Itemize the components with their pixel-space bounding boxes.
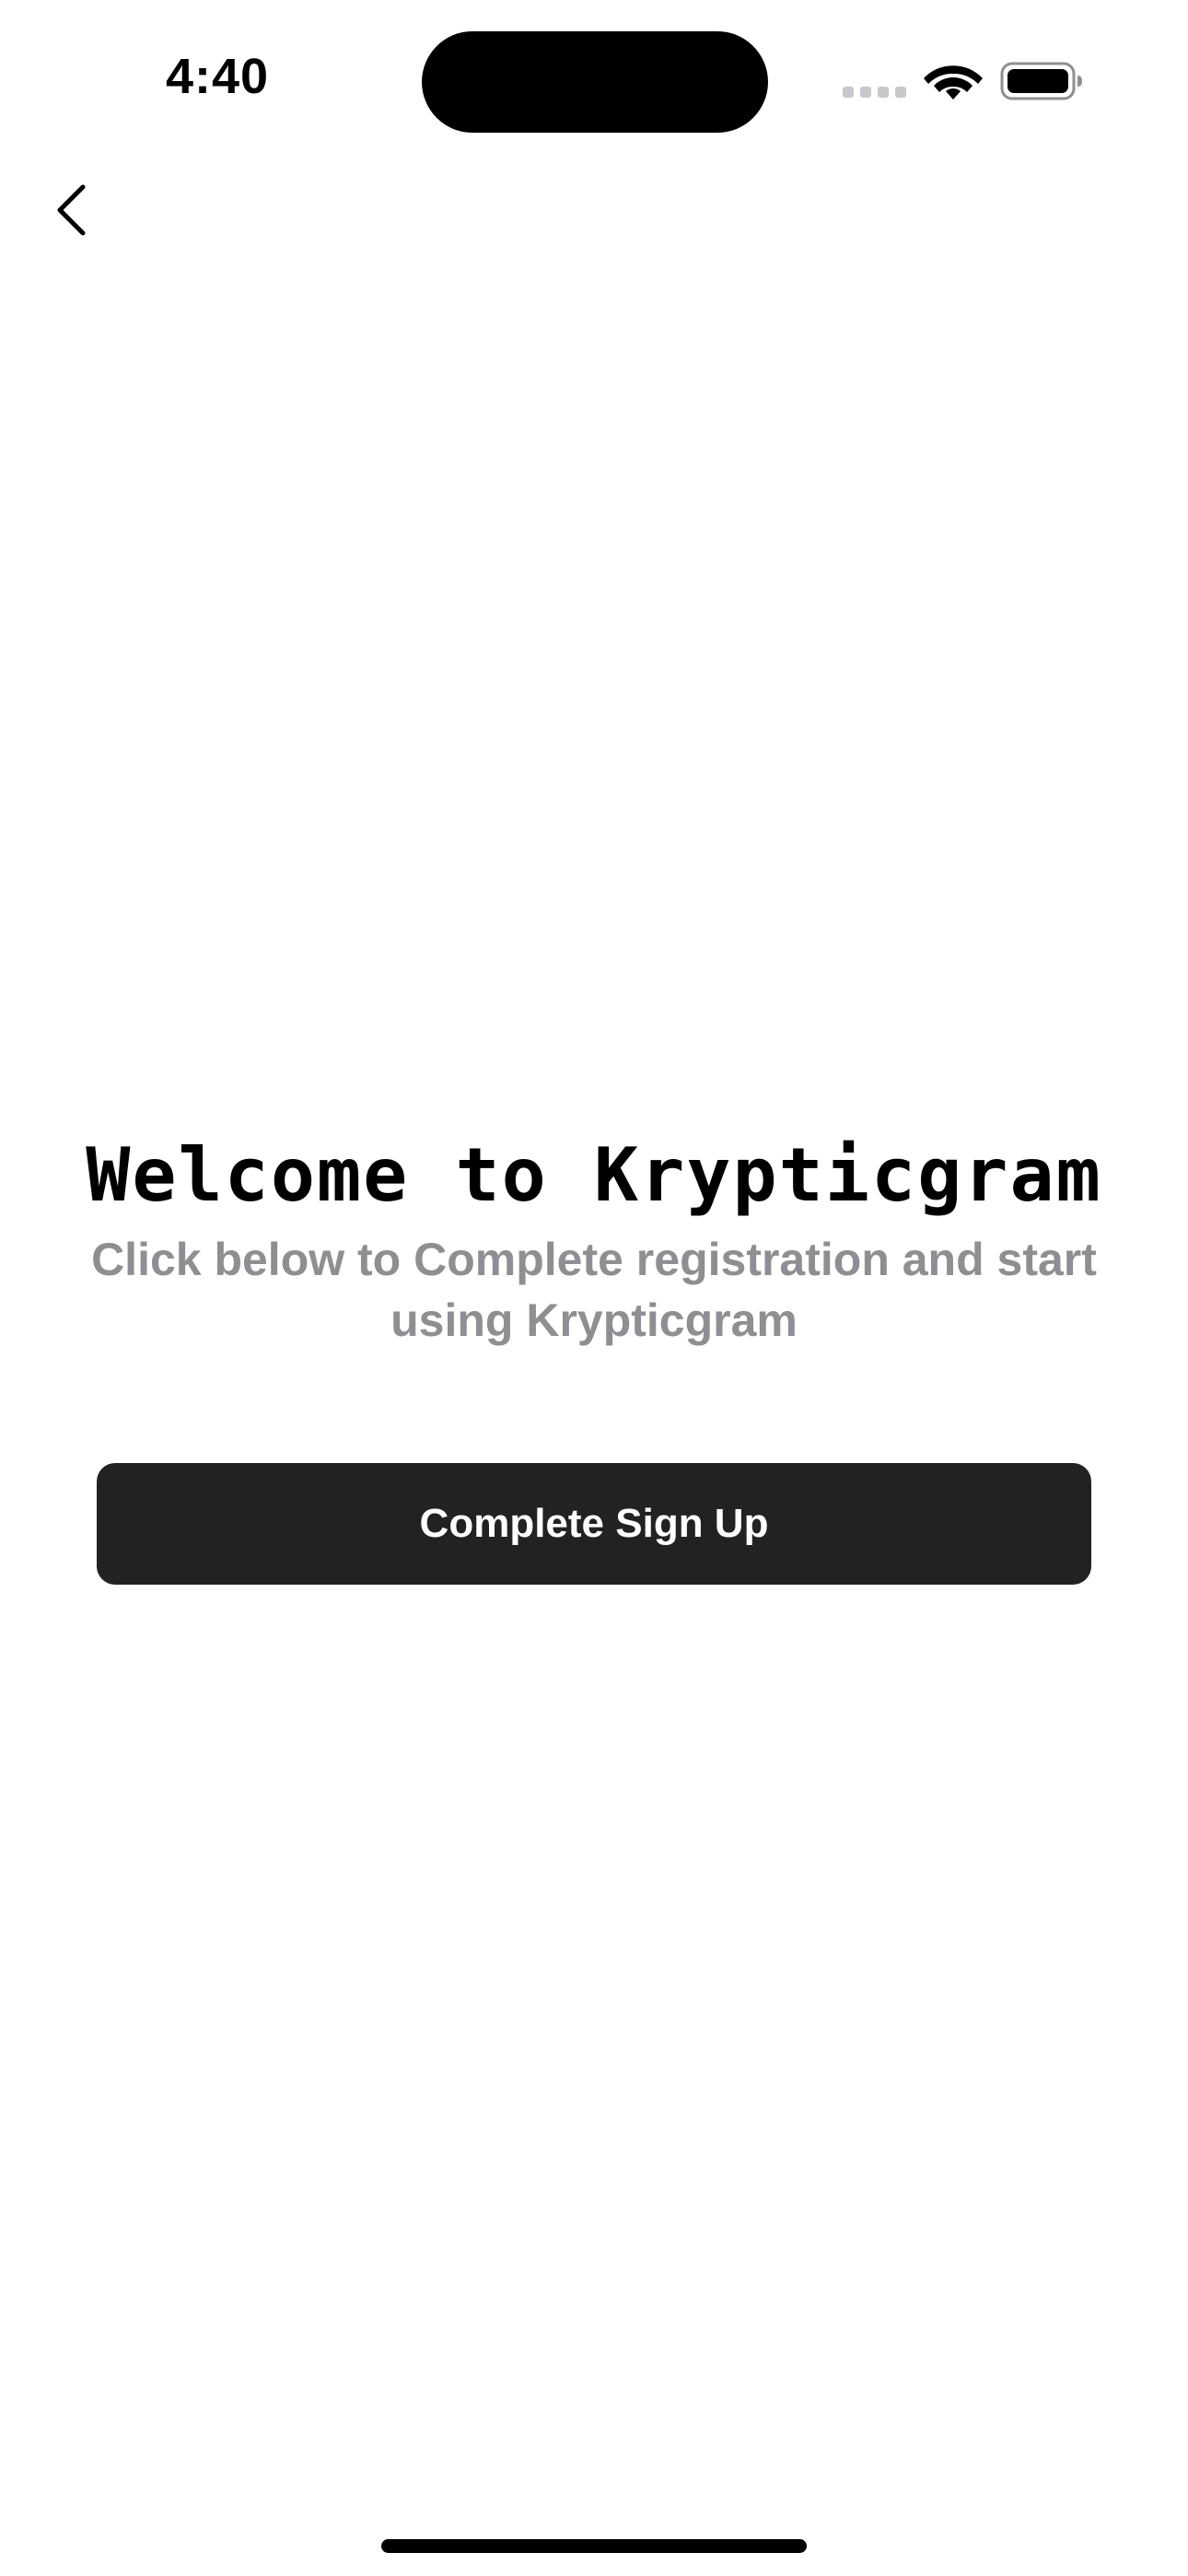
page-subtitle: Click below to Complete registration and… <box>91 1234 1097 1346</box>
complete-sign-up-button[interactable]: Complete Sign Up <box>97 1463 1091 1585</box>
home-indicator <box>381 2539 807 2553</box>
wifi-icon <box>924 65 983 100</box>
page-title: Welcome to Krypticgram <box>86 1132 1102 1218</box>
battery-icon <box>1000 62 1082 100</box>
status-bar: 4:40 <box>0 0 1188 157</box>
cellular-signal-icon <box>843 87 907 98</box>
chevron-left-icon <box>57 184 86 236</box>
back-button[interactable] <box>46 173 101 247</box>
status-time: 4:40 <box>166 49 270 104</box>
dynamic-island <box>422 31 768 133</box>
